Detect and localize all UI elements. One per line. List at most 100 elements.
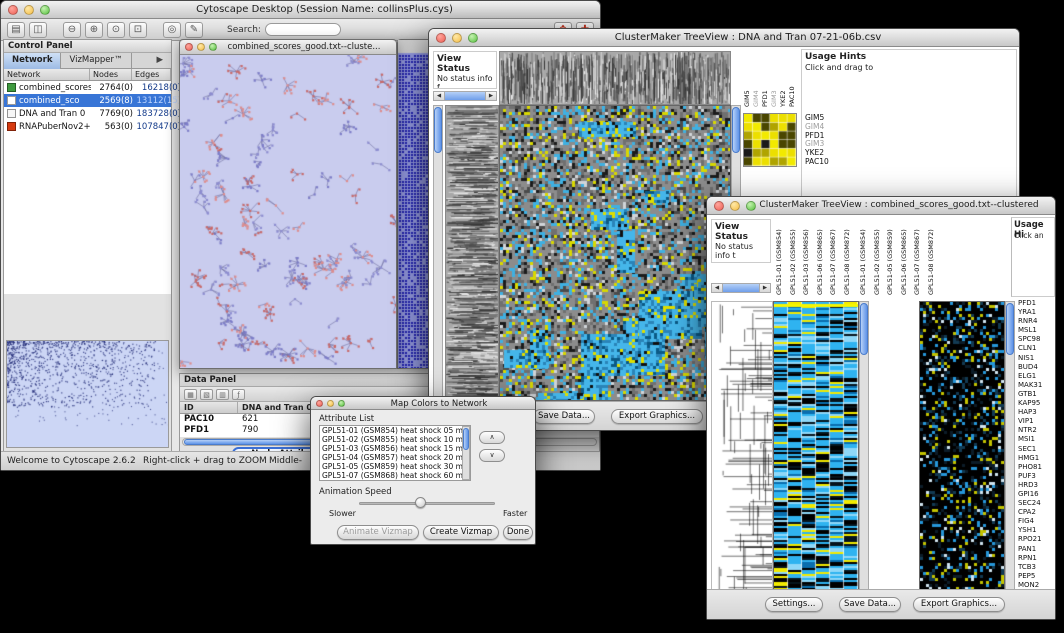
scroll-right-arrow[interactable]: ▶ — [485, 92, 496, 100]
gene-label[interactable]: HMG1 — [1018, 454, 1056, 463]
main-titlebar[interactable]: Cytoscape Desktop (Session Name: collins… — [1, 1, 600, 19]
gene-label[interactable]: RPN1 — [1018, 554, 1056, 563]
gene-label[interactable]: TCB3 — [1018, 563, 1056, 572]
gene-label[interactable]: YRA1 — [1018, 308, 1056, 317]
gene-label[interactable]: PEP5 — [1018, 572, 1056, 581]
gene-tree-vscrollbar[interactable] — [433, 105, 443, 399]
attribute-item[interactable]: GPL51-05 (GSM859) heat shock 30 min — [320, 462, 470, 471]
minimize-button[interactable] — [327, 400, 334, 407]
scroll-left-arrow[interactable]: ◀ — [434, 92, 445, 100]
treeview-combined-titlebar[interactable]: ClusterMaker TreeView : combined_scores_… — [707, 197, 1055, 215]
scrollbar-thumb[interactable] — [1006, 303, 1014, 355]
gene-label[interactable]: MSI1 — [1018, 435, 1056, 444]
close-button[interactable] — [185, 43, 193, 51]
settings-button[interactable]: Settings... — [765, 597, 823, 612]
zoom-button[interactable] — [338, 400, 345, 407]
gene-label[interactable]: PFD1 — [1018, 299, 1056, 308]
move-down-button[interactable]: ∨ — [479, 449, 505, 462]
minimize-button[interactable] — [197, 43, 205, 51]
scrollbar-thumb[interactable] — [860, 303, 868, 355]
network-canvas[interactable] — [180, 55, 396, 368]
zoom-fit-icon[interactable]: ⊡ — [129, 22, 147, 38]
network-row[interactable]: DNA and Tran 0 7769(0) 183728(0) — [4, 107, 171, 120]
gene-dendrogram-canvas[interactable] — [711, 301, 773, 591]
scrollbar-track[interactable] — [723, 284, 759, 292]
gene-label[interactable]: MSL1 — [1018, 326, 1056, 335]
minimize-button[interactable] — [24, 5, 34, 15]
gene-label[interactable]: NTR2 — [1018, 426, 1056, 435]
attribute-item[interactable]: GPL51-07 (GSM868) heat shock 60 min — [320, 471, 470, 480]
gene-label[interactable]: RNR4 — [1018, 317, 1056, 326]
scrollbar-thumb[interactable] — [434, 107, 442, 153]
gene-label[interactable]: MAK31 — [1018, 381, 1056, 390]
gene-label[interactable]: KAP95 — [1018, 399, 1056, 408]
animate-vizmap-button[interactable]: Animate Vizmap — [337, 525, 419, 540]
tab-vizmapper[interactable]: VizMapper™ — [61, 53, 131, 69]
annotation-icon[interactable]: ✎ — [185, 22, 203, 38]
gene-label[interactable]: NIS1 — [1018, 354, 1056, 363]
minimize-button[interactable] — [452, 33, 462, 43]
zoom-button[interactable] — [209, 43, 217, 51]
function-icon[interactable]: ƒ — [232, 389, 245, 400]
array-dendrogram-canvas[interactable] — [499, 51, 731, 105]
secondary-heatmap-canvas[interactable] — [919, 301, 1005, 591]
network-row[interactable]: combined_scores 2764(0) 16218(0) — [4, 81, 171, 94]
minimize-button[interactable] — [730, 201, 740, 211]
search-input[interactable] — [265, 23, 341, 36]
gene-label[interactable]: SPC98 — [1018, 335, 1056, 344]
gene-label[interactable]: FIG4 — [1018, 517, 1056, 526]
gene-label[interactable]: CLN1 — [1018, 344, 1056, 353]
dialog-titlebar[interactable]: Map Colors to Network — [311, 397, 535, 410]
zoom-button[interactable] — [40, 5, 50, 15]
secondary-vscrollbar[interactable] — [1005, 301, 1015, 591]
network-row-selected[interactable]: combined_sco 2569(8) 13112(15) — [4, 94, 171, 107]
network-overview-thumbnail[interactable] — [6, 340, 169, 448]
export-graphics-button[interactable]: Export Graphics... — [611, 409, 703, 424]
zoom-in-icon[interactable]: ⊕ — [85, 22, 103, 38]
tab-overflow-arrow[interactable]: ▶ — [148, 53, 171, 69]
create-vizmap-button[interactable]: Create Vizmap — [423, 525, 499, 540]
treeview-dna-titlebar[interactable]: ClusterMaker TreeView : DNA and Tran 07-… — [429, 29, 1019, 47]
mini-h-scrollbar[interactable]: ◀ ▶ — [711, 283, 771, 293]
expression-heatmap-canvas[interactable] — [773, 301, 859, 591]
scrollbar-thumb[interactable] — [732, 107, 740, 153]
gene-label[interactable]: VIP1 — [1018, 417, 1056, 426]
heatmap-vscrollbar[interactable] — [859, 301, 869, 591]
close-button[interactable] — [8, 5, 18, 15]
gene-label[interactable]: HRD3 — [1018, 481, 1056, 490]
attribute-list-scrollbar[interactable] — [462, 426, 470, 480]
scroll-right-arrow[interactable]: ▶ — [759, 284, 770, 292]
attribute-item[interactable]: GPL51-02 (GSM855) heat shock 10 min — [320, 435, 470, 444]
gene-label[interactable]: YSH1 — [1018, 526, 1056, 535]
create-attribute-icon[interactable]: ▧ — [200, 389, 213, 400]
mini-h-scrollbar[interactable]: ◀ ▶ — [433, 91, 497, 101]
attribute-item[interactable]: GPL51-01 (GSM854) heat shock 05 min — [320, 426, 470, 435]
gene-label[interactable]: GPI16 — [1018, 490, 1056, 499]
gene-label[interactable]: GTB1 — [1018, 390, 1056, 399]
slider-thumb[interactable] — [415, 497, 426, 508]
attribute-item[interactable]: GPL51-03 (GSM856) heat shock 15 min — [320, 444, 470, 453]
overview-canvas[interactable] — [7, 341, 168, 447]
gene-label[interactable]: PHO81 — [1018, 463, 1056, 472]
zoom-selected-icon[interactable]: ⊙ — [107, 22, 125, 38]
animation-speed-slider[interactable] — [359, 502, 495, 505]
expression-heatmap-canvas[interactable] — [499, 105, 731, 401]
open-icon[interactable]: ▤ — [7, 22, 25, 38]
gene-dendrogram-canvas[interactable] — [445, 105, 499, 401]
close-button[interactable] — [714, 201, 724, 211]
save-data-button[interactable]: Save Data... — [533, 409, 595, 424]
import-icon[interactable]: ◫ — [29, 22, 47, 38]
gene-label[interactable]: BUD4 — [1018, 363, 1056, 372]
gene-label[interactable]: SEC24 — [1018, 499, 1056, 508]
gene-label[interactable]: RPO21 — [1018, 535, 1056, 544]
save-data-button[interactable]: Save Data... — [839, 597, 901, 612]
gene-label[interactable]: PAN1 — [1018, 545, 1056, 554]
scroll-left-arrow[interactable]: ◀ — [712, 284, 723, 292]
scrollbar-thumb[interactable] — [463, 428, 469, 450]
network-view-titlebar[interactable]: combined_scores_good.txt--cluste... — [180, 40, 396, 55]
gene-label[interactable]: CPA2 — [1018, 508, 1056, 517]
zoom-button[interactable] — [468, 33, 478, 43]
close-button[interactable] — [436, 33, 446, 43]
correlation-matrix-canvas[interactable] — [743, 113, 797, 167]
gene-label[interactable]: ELG1 — [1018, 372, 1056, 381]
